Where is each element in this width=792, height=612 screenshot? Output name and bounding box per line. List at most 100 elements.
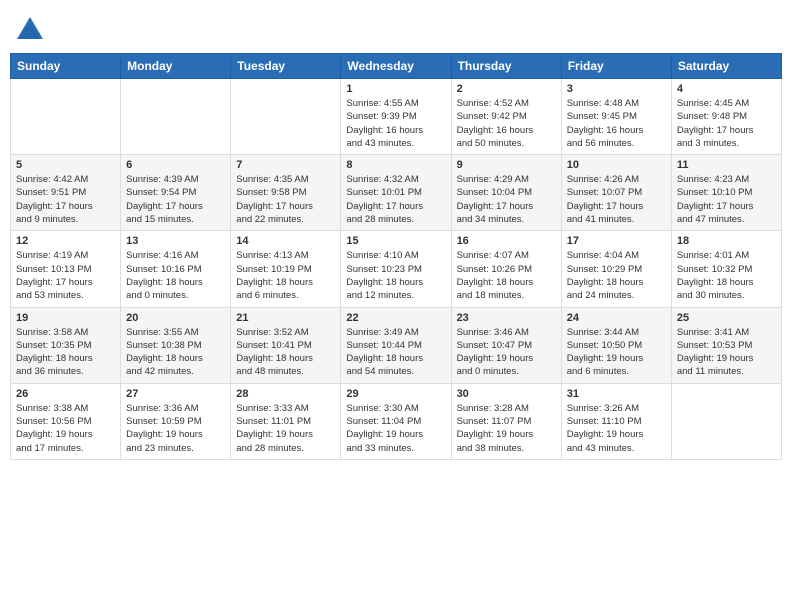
day-cell: 16 Sunrise: 4:07 AMSunset: 10:26 PMDaylig… xyxy=(451,231,561,307)
day-cell: 11 Sunrise: 4:23 AMSunset: 10:10 PMDaylig… xyxy=(671,155,781,231)
day-info: Sunrise: 4:29 AMSunset: 10:04 PMDaylight… xyxy=(457,173,556,226)
day-info: Sunrise: 3:46 AMSunset: 10:47 PMDaylight… xyxy=(457,326,556,379)
day-cell: 12Sunrise: 4:19 AMSunset: 10:13 PMDaylig… xyxy=(11,231,121,307)
logo-icon xyxy=(15,15,45,45)
day-number: 15 xyxy=(346,235,445,247)
day-info: Sunrise: 4:32 AMSunset: 10:01 PMDaylight… xyxy=(346,173,445,226)
day-number: 2 xyxy=(457,83,556,95)
day-info: Sunrise: 4:10 AMSunset: 10:23 PMDaylight… xyxy=(346,249,445,302)
day-number: 10 xyxy=(567,159,666,171)
day-number: 21 xyxy=(236,312,335,324)
day-number: 6 xyxy=(126,159,225,171)
day-info: Sunrise: 4:04 AMSunset: 10:29 PMDaylight… xyxy=(567,249,666,302)
weekday-header-thursday: Thursday xyxy=(451,54,561,79)
day-number: 5 xyxy=(16,159,115,171)
day-cell: 7 Sunrise: 4:35 AMSunset: 9:58 PMDaylight… xyxy=(231,155,341,231)
day-number: 30 xyxy=(457,388,556,400)
day-cell xyxy=(231,79,341,155)
header xyxy=(10,10,782,45)
week-row-3: 12Sunrise: 4:19 AMSunset: 10:13 PMDaylig… xyxy=(11,231,782,307)
day-info: Sunrise: 3:36 AMSunset: 10:59 PMDaylight… xyxy=(126,402,225,455)
weekday-header-tuesday: Tuesday xyxy=(231,54,341,79)
day-info: Sunrise: 3:26 AMSunset: 11:10 PMDaylight… xyxy=(567,402,666,455)
day-number: 24 xyxy=(567,312,666,324)
day-cell: 1 Sunrise: 4:55 AMSunset: 9:39 PMDaylight… xyxy=(341,79,451,155)
day-cell: 6 Sunrise: 4:39 AMSunset: 9:54 PMDaylight… xyxy=(121,155,231,231)
day-info: Sunrise: 3:55 AMSunset: 10:38 PMDaylight… xyxy=(126,326,225,379)
week-row-2: 5 Sunrise: 4:42 AMSunset: 9:51 PMDaylight… xyxy=(11,155,782,231)
day-info: Sunrise: 4:23 AMSunset: 10:10 PMDaylight… xyxy=(677,173,776,226)
day-number: 25 xyxy=(677,312,776,324)
day-info: Sunrise: 4:26 AMSunset: 10:07 PMDaylight… xyxy=(567,173,666,226)
day-number: 4 xyxy=(677,83,776,95)
day-info: Sunrise: 4:52 AMSunset: 9:42 PMDaylight:… xyxy=(457,97,556,150)
day-number: 18 xyxy=(677,235,776,247)
weekday-header-wednesday: Wednesday xyxy=(341,54,451,79)
day-info: Sunrise: 4:07 AMSunset: 10:26 PMDaylight… xyxy=(457,249,556,302)
week-row-5: 26Sunrise: 3:38 AMSunset: 10:56 PMDaylig… xyxy=(11,383,782,459)
day-cell: 13Sunrise: 4:16 AMSunset: 10:16 PMDaylig… xyxy=(121,231,231,307)
day-cell xyxy=(11,79,121,155)
day-info: Sunrise: 4:39 AMSunset: 9:54 PMDaylight:… xyxy=(126,173,225,226)
day-cell: 3 Sunrise: 4:48 AMSunset: 9:45 PMDaylight… xyxy=(561,79,671,155)
day-cell: 22Sunrise: 3:49 AMSunset: 10:44 PMDaylig… xyxy=(341,307,451,383)
day-number: 19 xyxy=(16,312,115,324)
day-cell: 20 Sunrise: 3:55 AMSunset: 10:38 PMDaylig… xyxy=(121,307,231,383)
day-cell: 31 Sunrise: 3:26 AMSunset: 11:10 PMDaylig… xyxy=(561,383,671,459)
day-info: Sunrise: 3:28 AMSunset: 11:07 PMDaylight… xyxy=(457,402,556,455)
day-number: 23 xyxy=(457,312,556,324)
day-cell: 19 Sunrise: 3:58 AMSunset: 10:35 PMDaylig… xyxy=(11,307,121,383)
day-cell: 30 Sunrise: 3:28 AMSunset: 11:07 PMDaylig… xyxy=(451,383,561,459)
day-cell: 4Sunrise: 4:45 AMSunset: 9:48 PMDaylight… xyxy=(671,79,781,155)
weekday-header-row: SundayMondayTuesdayWednesdayThursdayFrid… xyxy=(11,54,782,79)
day-number: 11 xyxy=(677,159,776,171)
day-number: 12 xyxy=(16,235,115,247)
day-cell: 10 Sunrise: 4:26 AMSunset: 10:07 PMDaylig… xyxy=(561,155,671,231)
day-number: 31 xyxy=(567,388,666,400)
day-info: Sunrise: 4:48 AMSunset: 9:45 PMDaylight:… xyxy=(567,97,666,150)
day-number: 9 xyxy=(457,159,556,171)
day-cell: 24Sunrise: 3:44 AMSunset: 10:50 PMDaylig… xyxy=(561,307,671,383)
day-info: Sunrise: 3:58 AMSunset: 10:35 PMDaylight… xyxy=(16,326,115,379)
day-number: 17 xyxy=(567,235,666,247)
day-cell: 17 Sunrise: 4:04 AMSunset: 10:29 PMDaylig… xyxy=(561,231,671,307)
weekday-header-monday: Monday xyxy=(121,54,231,79)
day-info: Sunrise: 4:13 AMSunset: 10:19 PMDaylight… xyxy=(236,249,335,302)
day-number: 16 xyxy=(457,235,556,247)
day-info: Sunrise: 4:42 AMSunset: 9:51 PMDaylight:… xyxy=(16,173,115,226)
day-cell: 28 Sunrise: 3:33 AMSunset: 11:01 PMDaylig… xyxy=(231,383,341,459)
day-cell: 29 Sunrise: 3:30 AMSunset: 11:04 PMDaylig… xyxy=(341,383,451,459)
day-info: Sunrise: 3:41 AMSunset: 10:53 PMDaylight… xyxy=(677,326,776,379)
day-number: 3 xyxy=(567,83,666,95)
week-row-1: 1 Sunrise: 4:55 AMSunset: 9:39 PMDaylight… xyxy=(11,79,782,155)
calendar-table: SundayMondayTuesdayWednesdayThursdayFrid… xyxy=(10,53,782,460)
day-info: Sunrise: 4:35 AMSunset: 9:58 PMDaylight:… xyxy=(236,173,335,226)
day-cell: 27 Sunrise: 3:36 AMSunset: 10:59 PMDaylig… xyxy=(121,383,231,459)
day-info: Sunrise: 3:52 AMSunset: 10:41 PMDaylight… xyxy=(236,326,335,379)
day-info: Sunrise: 3:33 AMSunset: 11:01 PMDaylight… xyxy=(236,402,335,455)
day-number: 26 xyxy=(16,388,115,400)
day-cell xyxy=(671,383,781,459)
day-number: 14 xyxy=(236,235,335,247)
day-number: 8 xyxy=(346,159,445,171)
day-cell: 18 Sunrise: 4:01 AMSunset: 10:32 PMDaylig… xyxy=(671,231,781,307)
day-cell: 8 Sunrise: 4:32 AMSunset: 10:01 PMDayligh… xyxy=(341,155,451,231)
day-number: 20 xyxy=(126,312,225,324)
day-info: Sunrise: 3:30 AMSunset: 11:04 PMDaylight… xyxy=(346,402,445,455)
day-info: Sunrise: 3:49 AMSunset: 10:44 PMDaylight… xyxy=(346,326,445,379)
day-number: 27 xyxy=(126,388,225,400)
day-info: Sunrise: 4:16 AMSunset: 10:16 PMDaylight… xyxy=(126,249,225,302)
logo xyxy=(15,15,49,45)
day-number: 7 xyxy=(236,159,335,171)
weekday-header-friday: Friday xyxy=(561,54,671,79)
day-info: Sunrise: 4:01 AMSunset: 10:32 PMDaylight… xyxy=(677,249,776,302)
day-cell: 5 Sunrise: 4:42 AMSunset: 9:51 PMDaylight… xyxy=(11,155,121,231)
day-number: 28 xyxy=(236,388,335,400)
day-info: Sunrise: 4:55 AMSunset: 9:39 PMDaylight:… xyxy=(346,97,445,150)
day-number: 1 xyxy=(346,83,445,95)
weekday-header-sunday: Sunday xyxy=(11,54,121,79)
day-number: 29 xyxy=(346,388,445,400)
day-cell: 2 Sunrise: 4:52 AMSunset: 9:42 PMDaylight… xyxy=(451,79,561,155)
day-cell: 14 Sunrise: 4:13 AMSunset: 10:19 PMDaylig… xyxy=(231,231,341,307)
week-row-4: 19 Sunrise: 3:58 AMSunset: 10:35 PMDaylig… xyxy=(11,307,782,383)
